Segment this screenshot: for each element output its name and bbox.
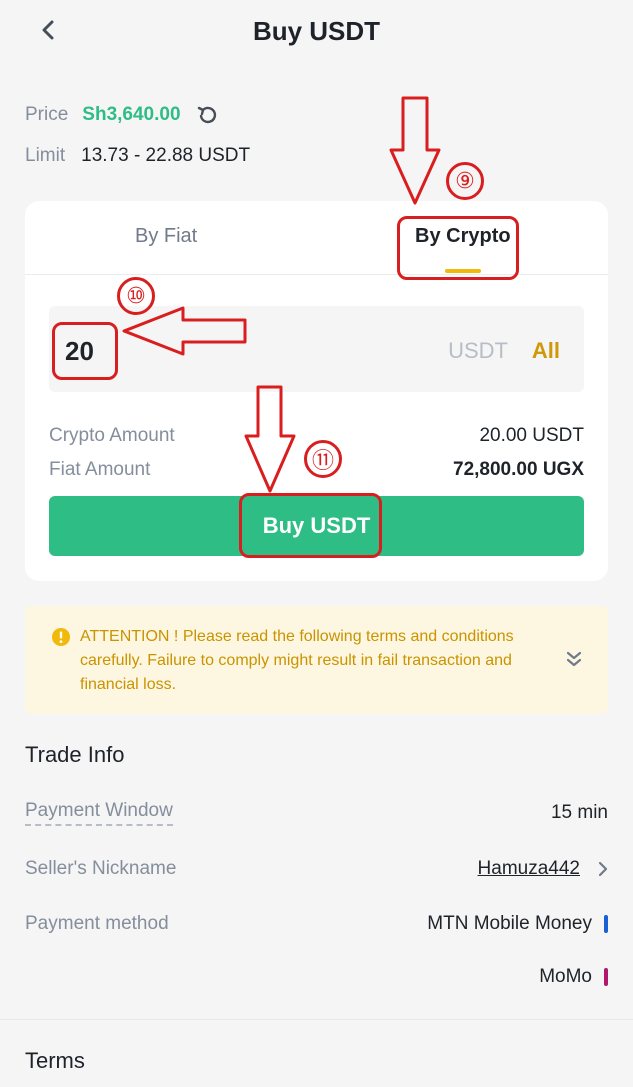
attention-banner: ATTENTION ! Please read the following te… (25, 606, 608, 714)
section-divider (0, 1019, 633, 1020)
payment-window-row: Payment Window 15 min (25, 800, 608, 826)
annotation-number-10: ⑩ (117, 277, 155, 315)
refresh-icon[interactable] (197, 105, 217, 125)
tabs-divider (25, 274, 608, 275)
payment-method-label: Payment method (25, 913, 169, 934)
amount-input[interactable]: 20 USDT All (49, 306, 584, 392)
chevron-right-icon[interactable] (598, 861, 608, 877)
payment-method-name: MTN Mobile Money (427, 913, 592, 934)
tab-by-fiat[interactable]: By Fiat (135, 225, 197, 248)
crypto-amount-value: 20.00 USDT (479, 425, 584, 446)
limit-row: Limit 13.73 - 22.88 USDT (25, 145, 250, 167)
attention-text: ATTENTION ! Please read the following te… (80, 628, 514, 693)
all-button[interactable]: All (532, 338, 560, 364)
double-chevron-down-icon[interactable] (566, 650, 582, 673)
fiat-amount-label: Fiat Amount (49, 459, 151, 480)
payment-method-name: MoMo (539, 966, 592, 987)
annotation-box-by-crypto (397, 216, 519, 280)
seller-nickname-label: Seller's Nickname (25, 858, 177, 879)
page-title: Buy USDT (252, 16, 381, 46)
annotation-box-amount (52, 322, 118, 380)
price-label: Price (25, 104, 69, 125)
limit-label: Limit (25, 145, 66, 166)
trade-info-title: Trade Info (25, 742, 125, 767)
header: Buy USDT (0, 0, 633, 66)
seller-nickname-link[interactable]: Hamuza442 (478, 858, 608, 880)
annotation-number-9: ⑨ (446, 162, 484, 200)
mtn-color-bar (604, 915, 608, 933)
limit-value: 13.73 - 22.88 USDT (81, 145, 251, 166)
payment-method-row-2: MoMo (25, 966, 608, 988)
price-value: Sh3,640.00 (82, 104, 181, 125)
fiat-amount-value: 72,800.00 UGX (453, 459, 584, 480)
payment-method-item: MoMo (539, 966, 608, 988)
amount-unit: USDT (448, 338, 508, 363)
payment-method-item: MTN Mobile Money (427, 913, 608, 935)
payment-window-value: 15 min (550, 802, 608, 823)
payment-window-label[interactable]: Payment Window (25, 800, 173, 826)
seller-nickname-row: Seller's Nickname Hamuza442 (25, 858, 608, 880)
annotation-box-buy (239, 493, 382, 558)
price-row: Price Sh3,640.00 (25, 104, 217, 126)
seller-nickname-value[interactable]: Hamuza442 (478, 858, 580, 880)
momo-color-bar (604, 968, 608, 986)
payment-method-row: Payment method MTN Mobile Money (25, 913, 608, 935)
annotation-arrow-down-9 (389, 96, 441, 205)
annotation-number-11: ⑪ (304, 440, 342, 478)
terms-title: Terms (25, 1048, 85, 1073)
crypto-amount-label: Crypto Amount (49, 425, 175, 446)
warning-icon (51, 627, 71, 652)
